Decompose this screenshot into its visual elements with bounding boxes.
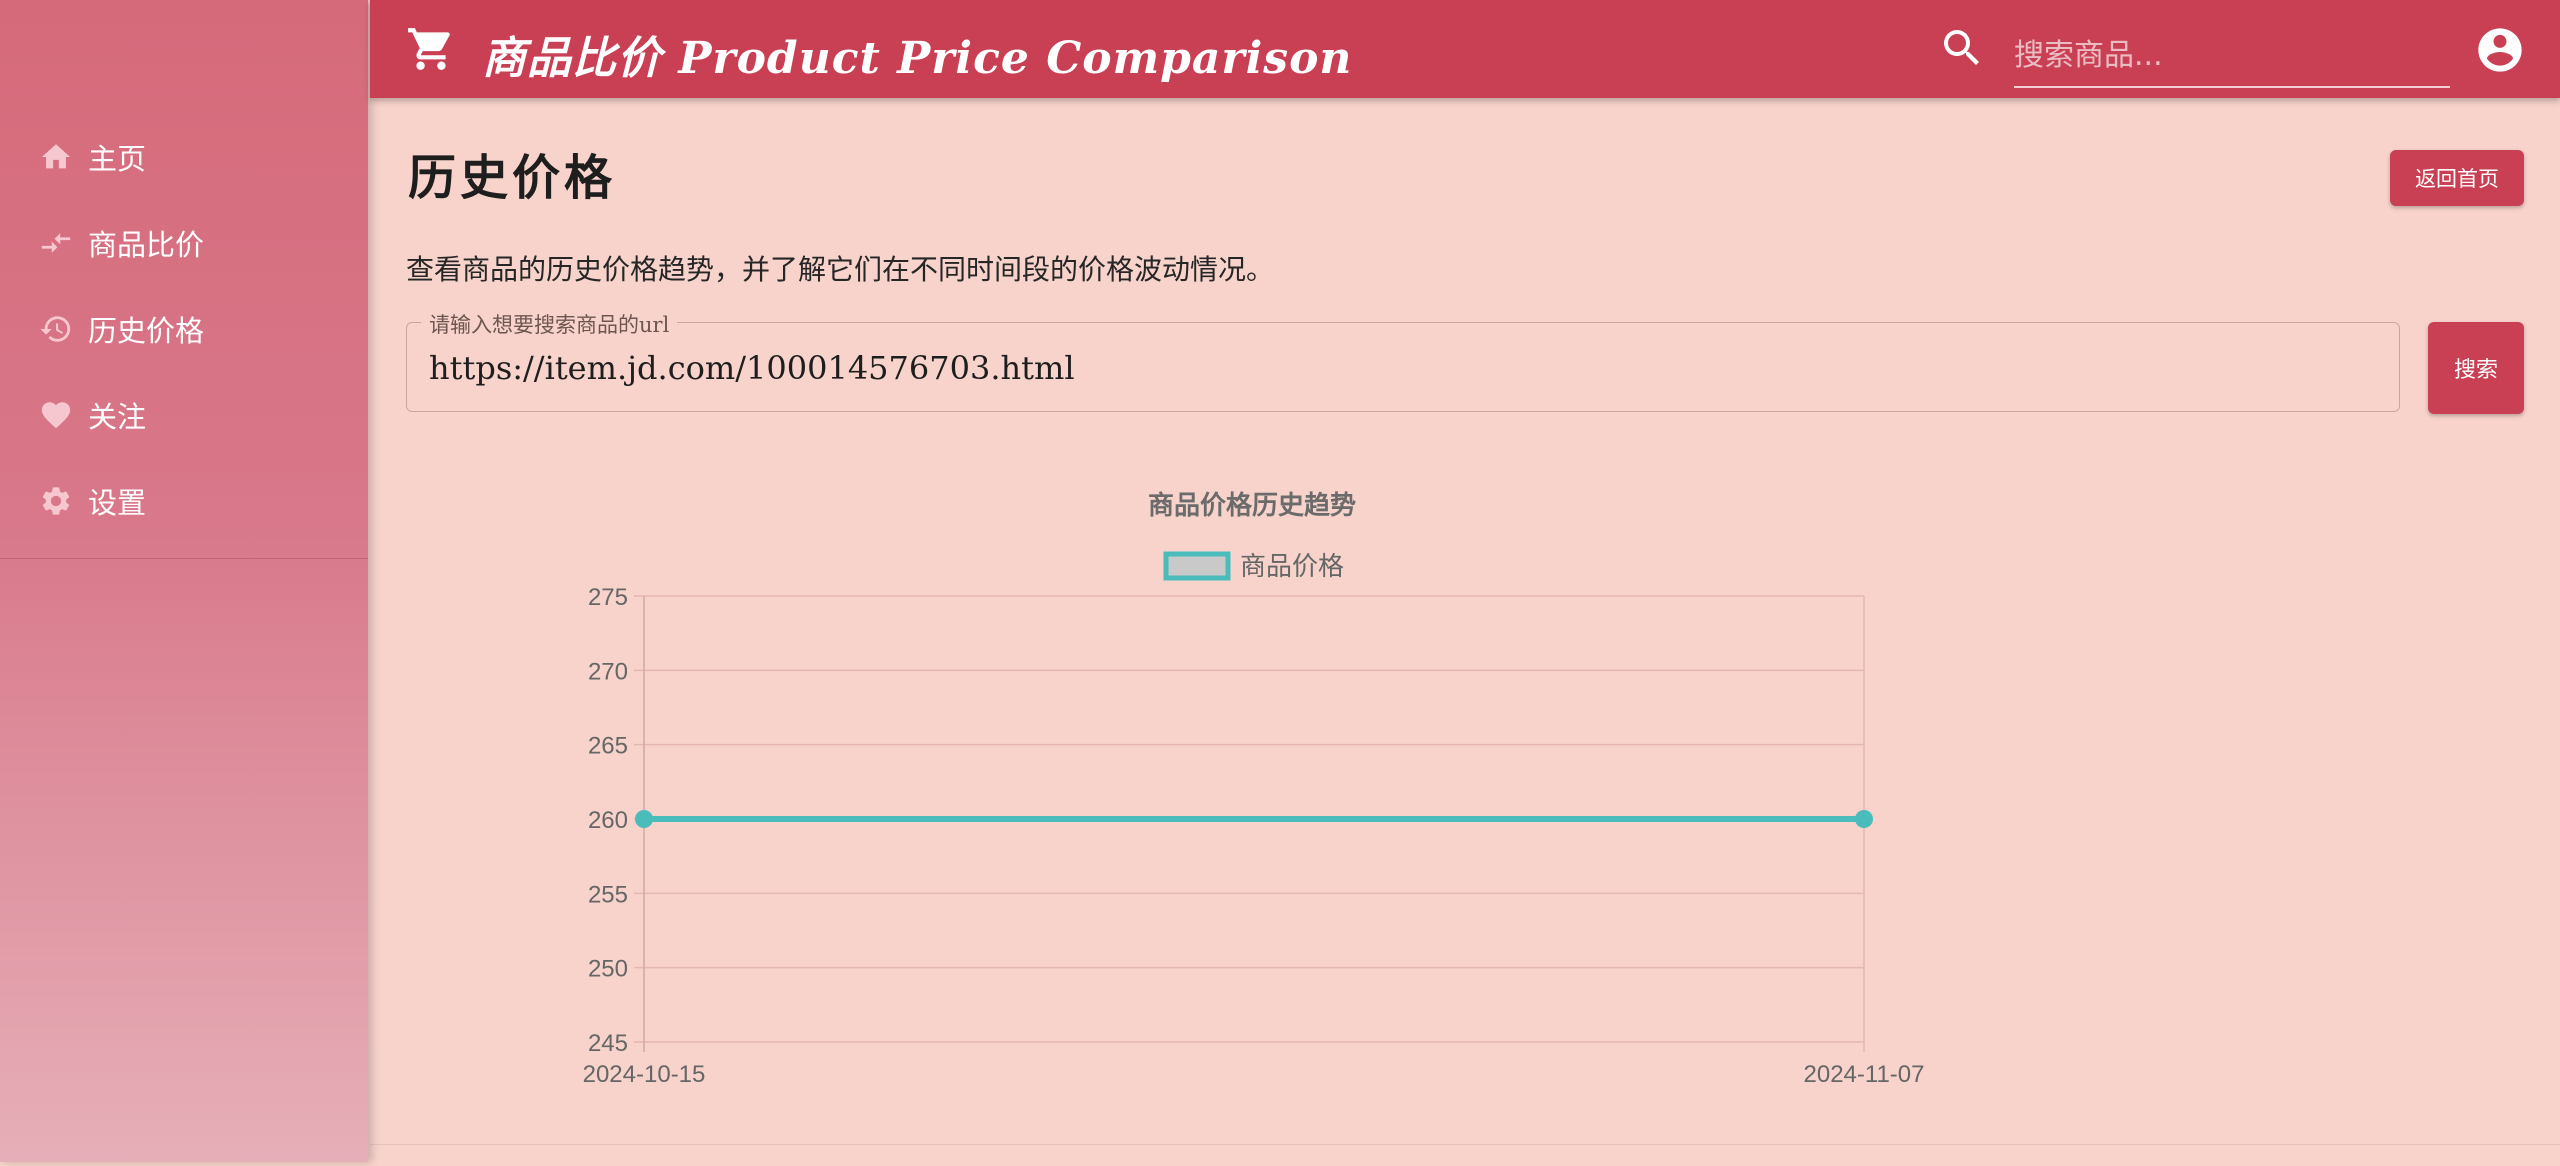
y-tick-label: 260 <box>588 807 628 834</box>
y-tick-label: 275 <box>588 584 628 611</box>
page-description: 查看商品的历史价格趋势，并了解它们在不同时间段的价格波动情况。 <box>406 253 1275 286</box>
url-input-value[interactable]: https://item.jd.com/100014576703.html <box>429 349 1075 387</box>
legend-label: 商品价格 <box>1240 551 1344 581</box>
account-icon[interactable] <box>2474 24 2526 76</box>
url-field[interactable]: 请输入想要搜索商品的url https://item.jd.com/100014… <box>406 309 2400 412</box>
sidebar-item-label: 商品比价 <box>88 228 205 262</box>
sidebar-item-label: 历史价格 <box>88 314 205 348</box>
data-point[interactable] <box>1855 810 1873 828</box>
chart-title: 商品价格历史趋势 <box>1148 490 1356 520</box>
sidebar-item-label: 主页 <box>88 142 147 176</box>
sidebar-item-label: 设置 <box>88 486 147 520</box>
chart-series <box>635 810 1873 828</box>
app-title: 商品比价 Product Price Comparison <box>482 33 1353 84</box>
x-tick-label: 2024-11-07 <box>1804 1061 1925 1088</box>
x-tick-label: 2024-10-15 <box>583 1061 706 1088</box>
y-tick-label: 265 <box>588 733 628 760</box>
sidebar: 主页 商品比价 历史价格 关注 设置 <box>0 0 368 1162</box>
y-tick-label: 245 <box>588 1030 628 1057</box>
y-tick-label: 270 <box>588 658 628 685</box>
sidebar-nav: 主页 商品比价 历史价格 关注 设置 <box>0 114 368 559</box>
home-icon <box>38 139 74 175</box>
content-divider <box>370 1144 2560 1145</box>
sidebar-item-history[interactable]: 历史价格 <box>0 286 368 372</box>
sidebar-item-home[interactable]: 主页 <box>0 114 368 200</box>
search-icon[interactable] <box>1938 24 1986 72</box>
app-bar: 商品比价 Product Price Comparison <box>370 0 2560 98</box>
heart-icon <box>38 397 74 433</box>
y-axis: 245 250 255 260 265 270 275 <box>588 584 628 1057</box>
shopping-cart-icon <box>406 24 456 74</box>
data-point[interactable] <box>635 810 653 828</box>
chart-grid <box>634 595 1865 1052</box>
sidebar-item-favorites[interactable]: 关注 <box>0 372 368 458</box>
url-field-label: 请输入想要搜索商品的url <box>421 309 678 339</box>
main-content: 历史价格 返回首页 查看商品的历史价格趋势，并了解它们在不同时间段的价格波动情况… <box>370 98 2560 1162</box>
search-input[interactable] <box>2014 24 2450 88</box>
x-axis: 2024-10-15 2024-11-07 <box>583 1061 1925 1088</box>
y-tick-label: 255 <box>588 881 628 908</box>
sidebar-item-compare[interactable]: 商品比价 <box>0 200 368 286</box>
page-title: 历史价格 <box>408 150 617 206</box>
history-icon <box>38 311 74 347</box>
chart-svg: 商品价格历史趋势 商品价格 245 250 255 260 265 270 275 2024… <box>583 490 1925 1088</box>
legend-swatch <box>1163 551 1231 581</box>
sidebar-item-label: 关注 <box>88 400 147 434</box>
y-tick-label: 250 <box>588 956 628 983</box>
search-button[interactable]: 搜索 <box>2428 322 2524 414</box>
gear-icon <box>38 483 74 519</box>
back-home-button[interactable]: 返回首页 <box>2390 150 2524 206</box>
sidebar-item-settings[interactable]: 设置 <box>0 458 368 544</box>
price-history-chart: 商品价格历史趋势 商品价格 245 250 255 260 265 270 275 2024… <box>370 478 2560 1162</box>
compare-arrows-icon <box>38 225 74 261</box>
